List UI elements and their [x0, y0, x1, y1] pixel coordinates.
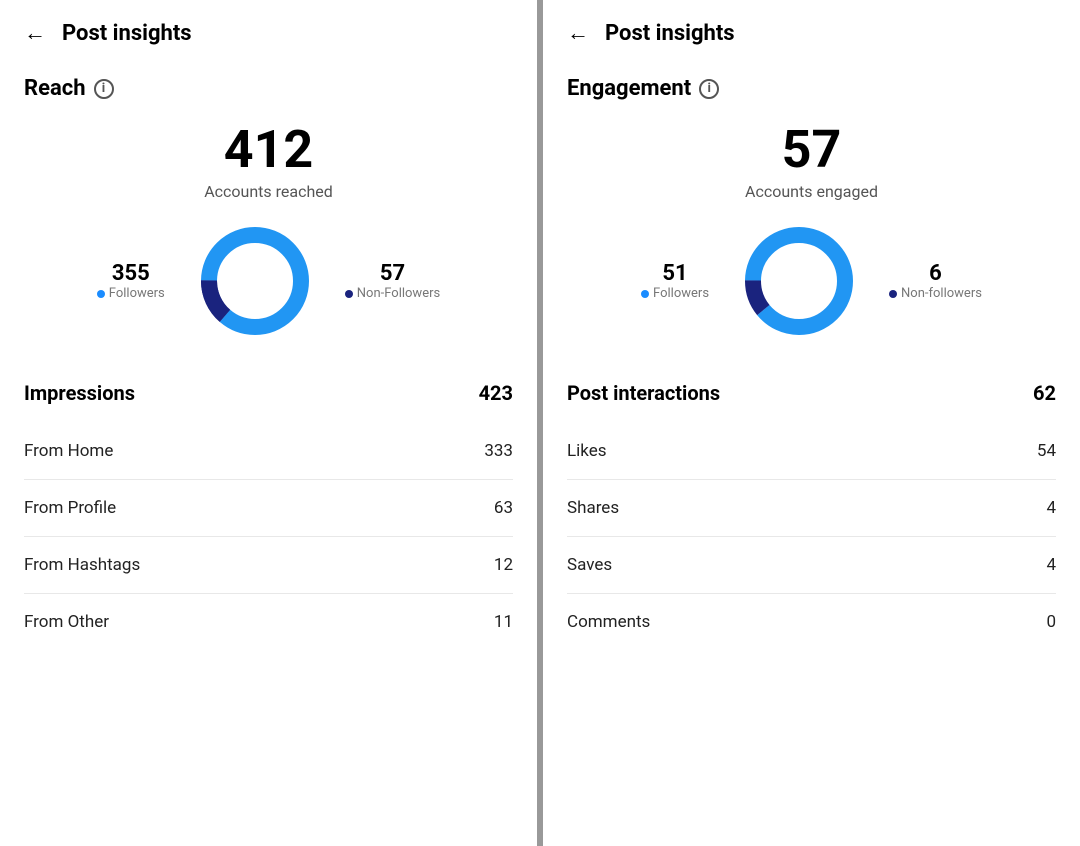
eng-followers-dot	[641, 290, 649, 298]
non-followers-label-text: Non-Followers	[357, 286, 440, 301]
engagement-metric: 57 Accounts engaged	[567, 121, 1056, 201]
impression-row-label: From Hashtags	[24, 555, 140, 575]
eng-followers-legend: 51 Followers	[641, 261, 709, 301]
impression-row-label: From Home	[24, 441, 113, 461]
left-back-arrow[interactable]: ←	[24, 20, 46, 46]
impressions-row: From Home 333	[24, 423, 513, 480]
right-header: ← Post insights	[567, 20, 1056, 46]
engagement-section-title: Engagement i	[567, 76, 1056, 101]
eng-followers-count: 51	[641, 261, 709, 286]
eng-followers-label: Followers	[641, 286, 709, 301]
left-header: ← Post insights	[24, 20, 513, 46]
reach-big-number: 412	[24, 121, 513, 178]
impression-row-label: From Other	[24, 612, 109, 632]
non-followers-dot	[345, 290, 353, 298]
impression-row-value: 333	[484, 441, 513, 461]
interaction-row-label: Shares	[567, 498, 619, 518]
engagement-big-label: Accounts engaged	[567, 182, 1056, 201]
reach-donut-section: 355 Followers 57 Non-Followers	[24, 221, 513, 341]
engagement-info-icon[interactable]: i	[699, 79, 719, 99]
interaction-row-label: Comments	[567, 612, 650, 632]
interactions-value: 62	[1033, 381, 1056, 405]
impressions-row: From Hashtags 12	[24, 537, 513, 594]
left-panel: ← Post insights Reach i 412 Accounts rea…	[0, 0, 537, 846]
interactions-header: Post interactions 62	[567, 371, 1056, 423]
impression-row-value: 63	[494, 498, 513, 518]
non-followers-count: 57	[345, 261, 440, 286]
engagement-label: Engagement	[567, 76, 691, 101]
impressions-label: Impressions	[24, 381, 135, 405]
non-followers-label: Non-Followers	[345, 286, 440, 301]
impression-row-label: From Profile	[24, 498, 116, 518]
interaction-row-value: 0	[1046, 612, 1056, 632]
followers-label-text: Followers	[109, 286, 165, 301]
reach-donut	[195, 221, 315, 341]
followers-dot	[97, 290, 105, 298]
followers-legend: 355 Followers	[97, 261, 165, 301]
impressions-header: Impressions 423	[24, 371, 513, 423]
impression-row-value: 12	[494, 555, 513, 575]
reach-metric: 412 Accounts reached	[24, 121, 513, 201]
reach-big-label: Accounts reached	[24, 182, 513, 201]
right-title: Post insights	[605, 21, 735, 46]
interactions-row: Saves 4	[567, 537, 1056, 594]
interactions-label: Post interactions	[567, 381, 720, 405]
impressions-row: From Profile 63	[24, 480, 513, 537]
interaction-row-value: 54	[1037, 441, 1056, 461]
reach-label: Reach	[24, 76, 86, 101]
reach-info-icon[interactable]: i	[94, 79, 114, 99]
eng-non-followers-dot	[889, 290, 897, 298]
right-back-arrow[interactable]: ←	[567, 20, 589, 46]
engagement-donut	[739, 221, 859, 341]
impressions-list: From Home 333 From Profile 63 From Hasht…	[24, 423, 513, 650]
interactions-row: Comments 0	[567, 594, 1056, 650]
interaction-row-label: Saves	[567, 555, 612, 575]
followers-count: 355	[97, 261, 165, 286]
reach-section-title: Reach i	[24, 76, 513, 101]
interactions-row: Likes 54	[567, 423, 1056, 480]
non-followers-legend: 57 Non-Followers	[345, 261, 440, 301]
interaction-row-label: Likes	[567, 441, 607, 461]
followers-label: Followers	[97, 286, 165, 301]
left-title: Post insights	[62, 21, 192, 46]
eng-non-followers-count: 6	[889, 261, 982, 286]
eng-non-followers-label: Non-followers	[889, 286, 982, 301]
interactions-list: Likes 54 Shares 4 Saves 4 Comments 0	[567, 423, 1056, 650]
right-panel: ← Post insights Engagement i 57 Accounts…	[543, 0, 1080, 846]
engagement-donut-section: 51 Followers 6 Non-followers	[567, 221, 1056, 341]
interaction-row-value: 4	[1046, 555, 1056, 575]
engagement-big-number: 57	[567, 121, 1056, 178]
eng-followers-label-text: Followers	[653, 286, 709, 301]
interaction-row-value: 4	[1046, 498, 1056, 518]
eng-non-followers-legend: 6 Non-followers	[889, 261, 982, 301]
impression-row-value: 11	[494, 612, 513, 632]
interactions-row: Shares 4	[567, 480, 1056, 537]
eng-non-followers-label-text: Non-followers	[901, 286, 982, 301]
impressions-value: 423	[479, 381, 513, 405]
impressions-row: From Other 11	[24, 594, 513, 650]
